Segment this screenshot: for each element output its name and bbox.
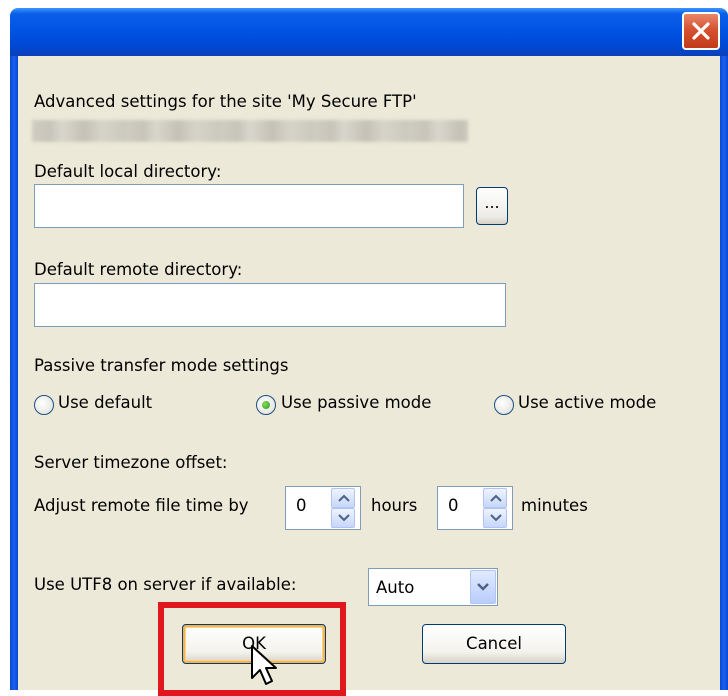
hours-down-button[interactable] <box>331 508 355 528</box>
remote-dir-input[interactable] <box>34 283 506 327</box>
radio-use-active-label: Use active mode <box>518 393 657 412</box>
dropdown-button[interactable] <box>470 570 496 604</box>
utf8-select[interactable]: Auto <box>368 568 498 606</box>
radio-use-default-label: Use default <box>58 393 153 412</box>
timezone-label: Server timezone offset: <box>34 453 228 472</box>
radio-use-active[interactable] <box>494 395 514 415</box>
spin-down-icon <box>338 514 350 522</box>
minutes-up-button[interactable] <box>483 488 507 508</box>
local-dir-label: Default local directory: <box>34 162 222 181</box>
hours-value: 0 <box>296 496 307 515</box>
mouse-cursor-icon <box>251 645 277 685</box>
passive-mode-label: Passive transfer mode settings <box>34 356 289 375</box>
hours-up-button[interactable] <box>331 488 355 508</box>
title-bar[interactable] <box>10 8 728 56</box>
minutes-value: 0 <box>448 496 459 515</box>
close-icon <box>692 22 710 40</box>
minutes-label: minutes <box>521 496 588 515</box>
utf8-selected-value: Auto <box>376 578 415 597</box>
remote-dir-label: Default remote directory: <box>34 260 243 279</box>
minutes-down-button[interactable] <box>483 508 507 528</box>
browse-button[interactable]: ... <box>476 187 508 225</box>
radio-use-passive[interactable] <box>256 395 276 415</box>
dialog-window: Advanced settings for the site 'My Secur… <box>0 0 728 696</box>
window-frame-right <box>720 56 728 690</box>
radio-use-default[interactable] <box>34 395 54 415</box>
hours-label: hours <box>371 496 418 515</box>
adjust-time-label: Adjust remote file time by <box>34 496 249 515</box>
cancel-button[interactable]: Cancel <box>422 624 566 664</box>
window-frame-left <box>10 56 18 690</box>
radio-use-passive-label: Use passive mode <box>281 393 432 412</box>
blurred-host-info <box>32 120 468 142</box>
utf8-label: Use UTF8 on server if available: <box>34 575 297 594</box>
spin-down-icon <box>490 514 502 522</box>
local-dir-input[interactable] <box>34 184 464 228</box>
radio-selected-dot <box>262 401 270 409</box>
header-text: Advanced settings for the site 'My Secur… <box>34 92 417 111</box>
spin-up-icon <box>338 494 350 502</box>
spin-up-icon <box>490 494 502 502</box>
dropdown-arrow-icon <box>477 583 489 591</box>
close-button[interactable] <box>682 12 720 50</box>
